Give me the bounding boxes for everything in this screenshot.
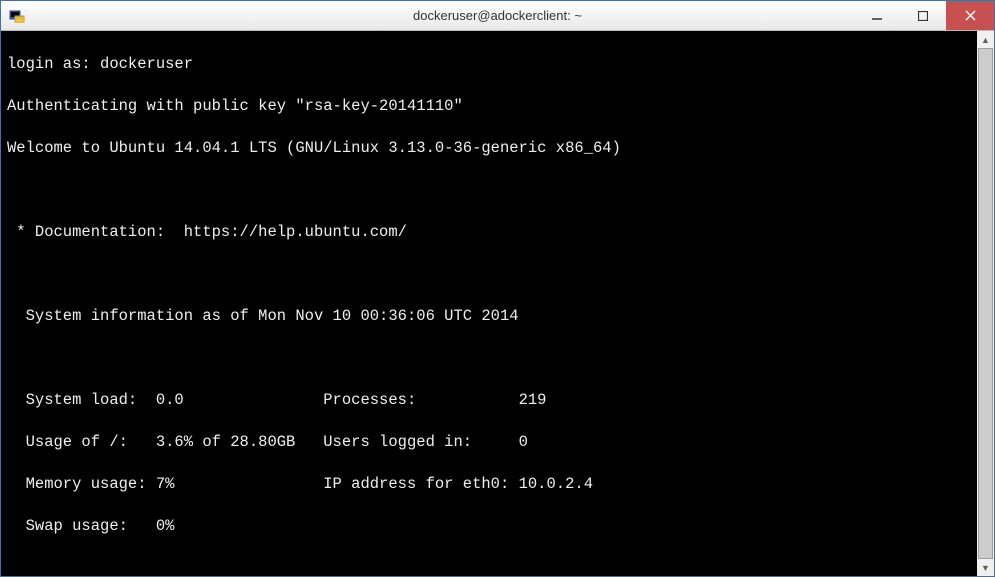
terminal-line: Authenticating with public key "rsa-key-… [7,96,977,117]
terminal-line [7,264,977,285]
terminal-line: login as: dockeruser [7,54,977,75]
scrollbar[interactable]: ▲ ▼ [977,31,994,576]
scroll-down-arrow-icon[interactable]: ▼ [977,559,994,576]
window-frame: dockeruser@adockerclient: ~ login as: do… [0,0,995,577]
maximize-button[interactable] [900,1,946,30]
terminal-line: * Documentation: https://help.ubuntu.com… [7,222,977,243]
terminal-line: Usage of /: 3.6% of 28.80GB Users logged… [7,432,977,453]
terminal[interactable]: login as: dockeruser Authenticating with… [1,31,977,576]
scrollbar-thumb[interactable] [978,48,993,559]
terminal-line: Welcome to Ubuntu 14.04.1 LTS (GNU/Linux… [7,138,977,159]
window-controls [854,1,994,30]
terminal-line [7,348,977,369]
terminal-line: Memory usage: 7% IP address for eth0: 10… [7,474,977,495]
terminal-line [7,180,977,201]
scrollbar-track[interactable] [977,48,994,559]
scroll-up-arrow-icon[interactable]: ▲ [977,31,994,48]
terminal-line: System load: 0.0 Processes: 219 [7,390,977,411]
putty-icon [9,8,25,24]
close-button[interactable] [946,1,994,30]
terminal-area: login as: dockeruser Authenticating with… [1,31,994,576]
terminal-line: Swap usage: 0% [7,516,977,537]
minimize-button[interactable] [854,1,900,30]
terminal-line [7,558,977,576]
terminal-line: System information as of Mon Nov 10 00:3… [7,306,977,327]
window-title: dockeruser@adockerclient: ~ [1,8,994,23]
titlebar[interactable]: dockeruser@adockerclient: ~ [1,1,994,31]
